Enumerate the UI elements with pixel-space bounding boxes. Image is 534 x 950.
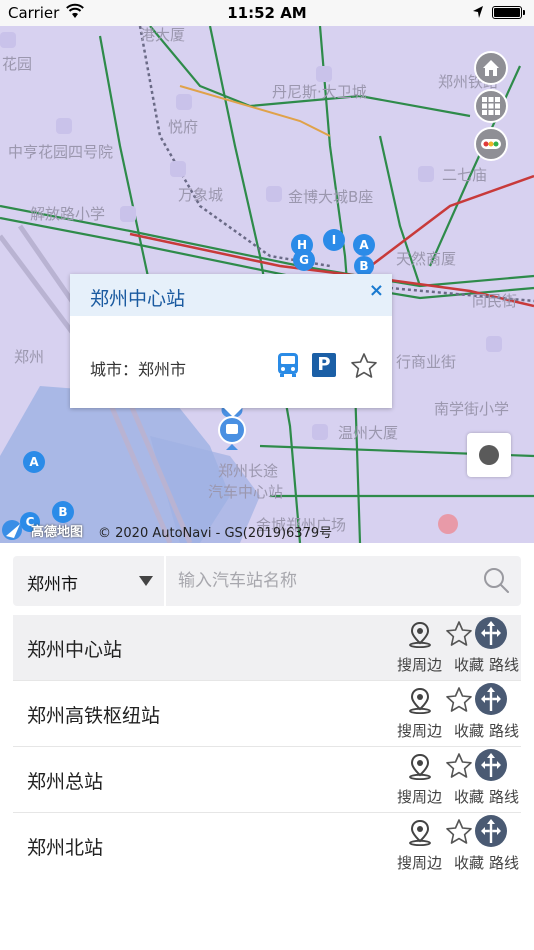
nearby-label: 搜周边 xyxy=(397,722,443,740)
parking-icon[interactable]: P xyxy=(312,353,336,377)
bus-icon[interactable] xyxy=(276,352,300,378)
route-label: 路线 xyxy=(489,722,520,740)
search-row: 郑州市 xyxy=(13,556,521,606)
city-dropdown[interactable]: 郑州市 xyxy=(13,556,164,606)
favorite-label: 收藏 xyxy=(454,656,485,674)
station-popup: 郑州中心站 × 城市：郑州市 P xyxy=(70,274,392,417)
station-name: 郑州高铁枢纽站 xyxy=(27,705,161,727)
map-label: 万象城 xyxy=(178,186,224,204)
svg-text:B: B xyxy=(359,259,368,273)
map-label: 郑州长途 xyxy=(218,462,279,480)
map-label: 花园 xyxy=(2,55,33,73)
svg-text:A: A xyxy=(359,238,369,252)
map-label: 同民街 xyxy=(472,292,518,310)
route-icon[interactable] xyxy=(475,749,507,781)
station-row[interactable]: 郑州中心站 搜周边 收藏 路线 xyxy=(13,615,521,681)
nearby-label: 搜周边 xyxy=(397,656,443,674)
clock: 11:52 AM xyxy=(227,4,307,22)
record-button[interactable] xyxy=(467,433,511,477)
location-pin-icon[interactable] xyxy=(406,818,434,846)
popup-pointer xyxy=(224,408,242,417)
favorite-label: 收藏 xyxy=(454,722,485,740)
amap-logo: 高德地图 xyxy=(31,525,84,540)
nearby-label: 搜周边 xyxy=(397,854,443,872)
star-icon[interactable] xyxy=(350,352,378,380)
popup-title: 郑州中心站 xyxy=(90,288,186,310)
favorite-label: 收藏 xyxy=(454,788,485,806)
battery-icon xyxy=(492,6,525,19)
map-label: 港大厦 xyxy=(140,26,186,44)
route-label: 路线 xyxy=(489,788,520,806)
location-pin-icon[interactable] xyxy=(406,620,434,648)
map-label: 丹尼斯·大卫城 xyxy=(272,83,367,101)
route-icon[interactable] xyxy=(475,683,507,715)
amap-logo-icon xyxy=(2,520,22,540)
svg-text:G: G xyxy=(299,253,309,267)
favorite-label: 收藏 xyxy=(454,854,485,872)
chevron-down-icon xyxy=(139,576,153,586)
map-label: 悦府 xyxy=(168,118,199,136)
station-name: 郑州北站 xyxy=(27,837,104,859)
map-label: 行商业街 xyxy=(396,353,457,371)
star-icon[interactable] xyxy=(445,686,473,714)
popup-city-label: 城市：郑州市 xyxy=(90,360,187,379)
map-label: 温州大厦 xyxy=(338,424,399,442)
close-icon[interactable]: × xyxy=(369,280,384,301)
copyright-text: © 2020 AutoNavi - GS(2019)6379号 xyxy=(98,526,333,541)
traffic-button[interactable] xyxy=(474,127,508,161)
traffic-light-icon xyxy=(481,139,501,149)
route-icon[interactable] xyxy=(475,815,507,847)
route-label: 路线 xyxy=(489,854,520,872)
map-label: 天然商厦 xyxy=(396,250,457,268)
map-label: 郑州 xyxy=(14,348,45,366)
city-dropdown-value: 郑州市 xyxy=(27,575,78,595)
route-label: 路线 xyxy=(489,656,520,674)
home-button[interactable] xyxy=(474,51,508,85)
location-pin-icon[interactable] xyxy=(406,686,434,714)
location-pin-icon[interactable] xyxy=(406,752,434,780)
map-label: 汽车中心站 xyxy=(208,483,284,501)
station-row[interactable]: 郑州高铁枢纽站 搜周边 收藏 路线 xyxy=(13,681,521,747)
map-label: 二七庙 xyxy=(442,166,488,184)
map-label: 金博大城B座 xyxy=(288,188,374,206)
station-row[interactable]: 郑州总站 搜周边 收藏 路线 xyxy=(13,747,521,813)
search-icon[interactable] xyxy=(482,566,510,594)
map-label: 中亨花园四号院 xyxy=(8,143,114,161)
star-icon[interactable] xyxy=(445,818,473,846)
route-icon[interactable] xyxy=(475,617,507,649)
popup-header: 郑州中心站 × xyxy=(70,274,392,316)
svg-text:I: I xyxy=(332,233,336,247)
star-icon[interactable] xyxy=(445,620,473,648)
station-name: 郑州中心站 xyxy=(27,639,123,661)
map-view[interactable]: H I A G B A B C 港大厦 花园 丹尼斯·大卫城 郑州铁路 悦府 中… xyxy=(0,26,534,543)
grid-icon xyxy=(482,97,500,115)
location-arrow-icon xyxy=(473,6,483,18)
grid-button[interactable] xyxy=(474,89,508,123)
star-icon[interactable] xyxy=(445,752,473,780)
map-label: 南学街小学 xyxy=(434,400,510,418)
status-bar: Carrier 11:52 AM xyxy=(0,0,534,26)
svg-text:A: A xyxy=(29,455,39,469)
station-search-input[interactable] xyxy=(176,566,470,596)
station-list: 郑州中心站 搜周边 收藏 路线 郑州高铁枢纽站 搜周边 收藏 路线 郑州总站 搜… xyxy=(13,615,521,878)
home-icon xyxy=(483,60,499,76)
map-attribution: 高德地图 © 2020 AutoNavi - GS(2019)6379号 xyxy=(0,518,534,543)
search-box xyxy=(166,556,521,606)
svg-text:B: B xyxy=(58,505,67,519)
station-row[interactable]: 郑州北站 搜周边 收藏 路线 xyxy=(13,813,521,878)
nearby-label: 搜周边 xyxy=(397,788,443,806)
map-label: 解放路小学 xyxy=(30,205,106,223)
station-name: 郑州总站 xyxy=(27,771,104,793)
